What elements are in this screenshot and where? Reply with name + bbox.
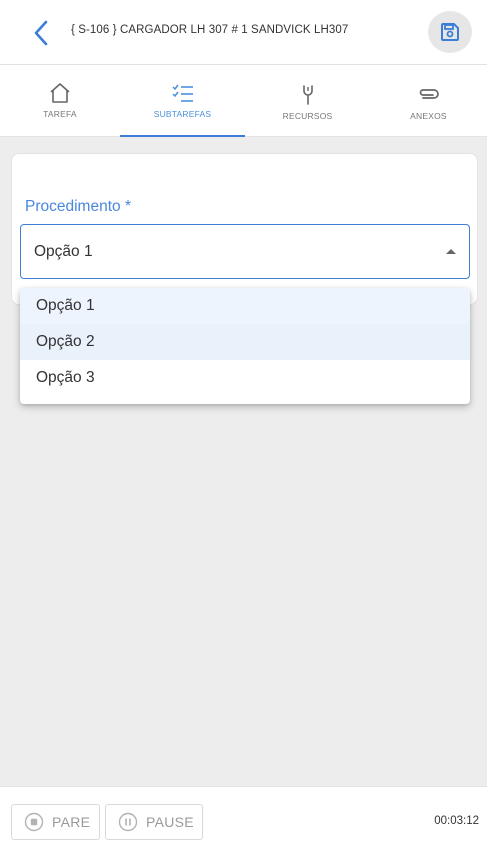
procedure-select[interactable]: Opção 1 xyxy=(20,224,470,279)
tab-label: RECURSOS xyxy=(282,111,333,121)
pause-label: PAUSE xyxy=(146,814,194,830)
pause-button[interactable]: PAUSE xyxy=(105,804,203,840)
stop-label: PARE xyxy=(52,814,91,830)
procedure-selected-value: Opção 1 xyxy=(34,243,93,260)
tab-label: ANEXOS xyxy=(410,111,447,121)
app-header: { S-106 } CARGADOR LH 307 # 1 SANDVICK L… xyxy=(0,0,487,65)
stop-button[interactable]: PARE xyxy=(11,804,100,840)
chevron-left-icon xyxy=(34,20,48,46)
elapsed-timer: 00:03:12 xyxy=(434,815,479,827)
tab-bar: TAREFA SUBTAREFAS RECURSOS ANEXOS xyxy=(0,65,487,137)
checklist-icon xyxy=(171,84,193,102)
page-title: { S-106 } CARGADOR LH 307 # 1 SANDVICK L… xyxy=(71,24,349,36)
tab-label: TAREFA xyxy=(43,109,77,119)
caret-up-icon xyxy=(446,249,456,254)
home-icon xyxy=(50,83,70,103)
tab-label: SUBTAREFAS xyxy=(153,109,212,119)
stop-icon xyxy=(24,812,44,832)
wrench-icon xyxy=(302,85,313,105)
paperclip-icon xyxy=(419,89,439,99)
tab-recursos[interactable]: RECURSOS xyxy=(245,65,370,137)
procedure-dropdown-menu: Opção 1 Opção 2 Opção 3 xyxy=(20,288,470,404)
footer-bar: PARE PAUSE 00:03:12 xyxy=(0,786,487,841)
save-button[interactable] xyxy=(428,11,472,53)
back-button[interactable] xyxy=(28,18,56,48)
save-icon xyxy=(441,23,459,41)
tab-anexos[interactable]: ANEXOS xyxy=(370,65,487,137)
tab-subtarefas[interactable]: SUBTAREFAS xyxy=(120,65,245,137)
dropdown-option-2[interactable]: Opção 2 xyxy=(20,324,470,360)
tab-tarefa[interactable]: TAREFA xyxy=(0,65,120,137)
pause-icon xyxy=(118,812,138,832)
procedure-label: Procedimento * xyxy=(25,198,131,215)
dropdown-option-3[interactable]: Opção 3 xyxy=(20,360,470,396)
dropdown-option-1[interactable]: Opção 1 xyxy=(20,288,470,324)
